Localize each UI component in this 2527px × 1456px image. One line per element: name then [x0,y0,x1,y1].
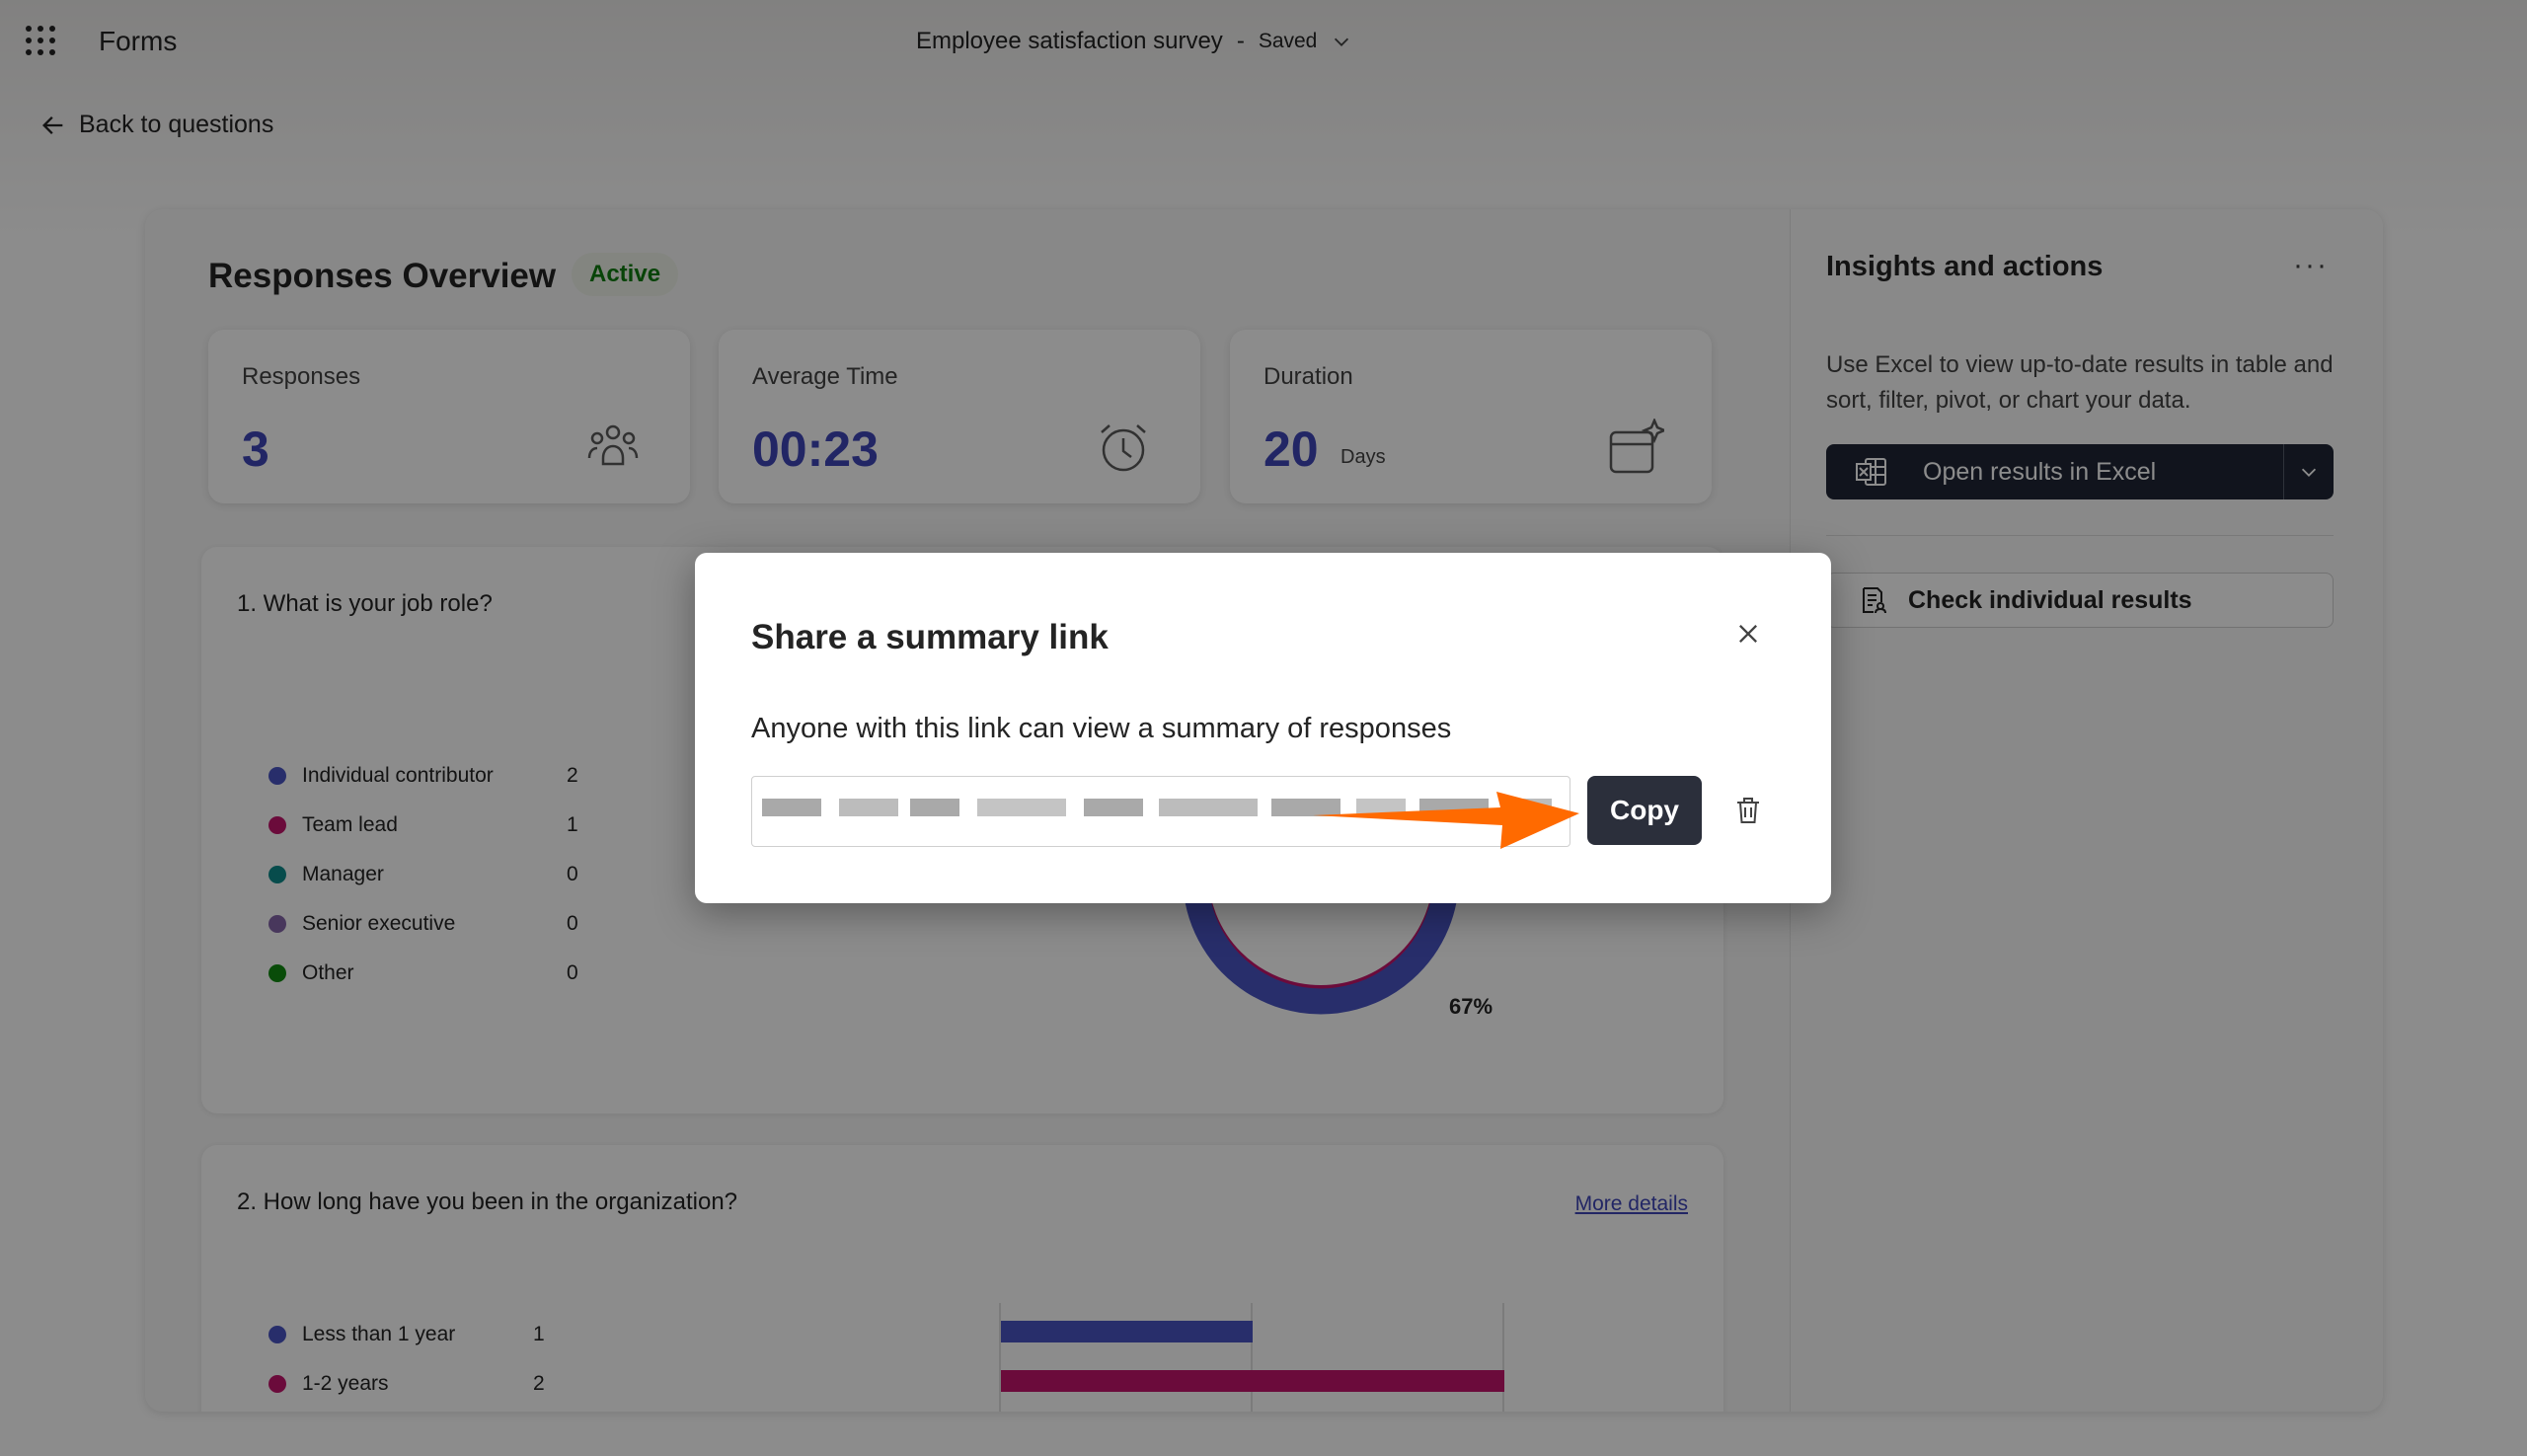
trash-icon[interactable] [1731,794,1765,827]
close-icon[interactable] [1734,620,1762,648]
redacted-link-block [910,799,959,816]
redacted-link-block [1159,799,1258,816]
redacted-link-block [762,799,821,816]
share-summary-dialog: Share a summary link Anyone with this li… [695,553,1831,903]
dialog-description: Anyone with this link can view a summary… [751,713,1452,744]
forms-page: Forms Employee satisfaction survey - Sav… [0,0,2527,1456]
redacted-link-block [977,799,1066,816]
copy-button[interactable]: Copy [1587,776,1702,845]
dialog-title: Share a summary link [751,618,1109,656]
redacted-link-block [1084,799,1143,816]
redacted-link-block [839,799,898,816]
annotation-arrow-icon [1313,792,1579,849]
